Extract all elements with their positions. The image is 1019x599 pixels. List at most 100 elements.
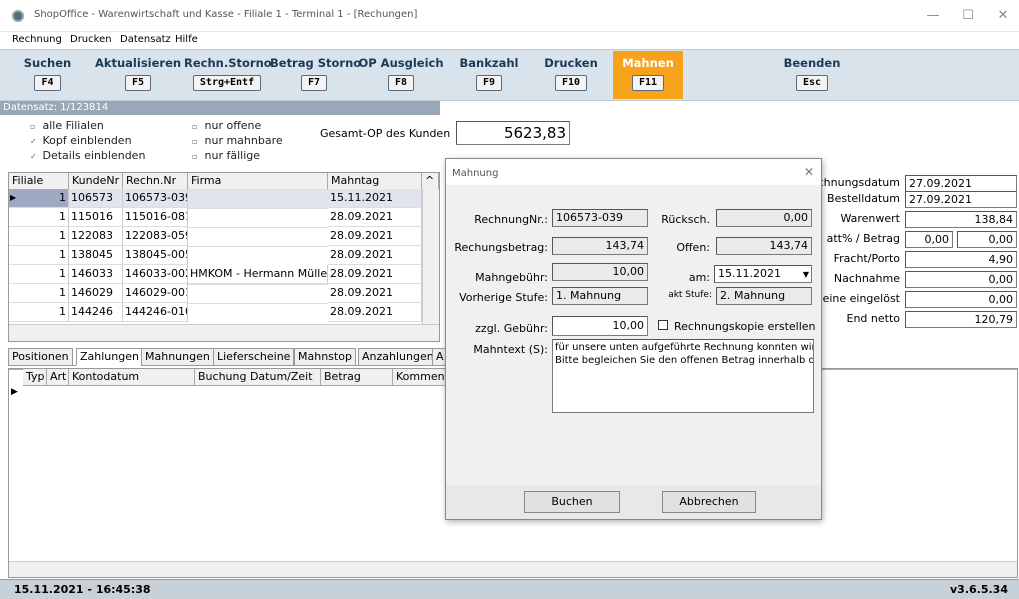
table-row[interactable]: 1 138045 138045-005 28.09.2021 — [9, 246, 422, 265]
zzgl-gebuehr-field[interactable]: 10,00 — [552, 316, 648, 336]
mahnen-button[interactable]: Mahnen F11 — [613, 51, 683, 99]
table-row[interactable]: 1 146033 146033-002 HMKOM - Hermann Mülle 28… — [9, 265, 422, 284]
detail-label: att% / Betrag — [826, 232, 900, 245]
zzgl-gebuehr-label: zzgl. Gebühr: — [475, 322, 548, 335]
detail-value: 138,84 — [905, 211, 1017, 228]
detail-label: Warenwert — [840, 212, 900, 225]
col-mahntag[interactable]: Mahntag — [328, 173, 422, 190]
table-row[interactable]: 1 146029 146029-001 28.09.2021 — [9, 284, 422, 303]
table-cell: 15.11.2021 — [328, 189, 422, 208]
horizontal-scrollbar[interactable] — [9, 324, 439, 341]
detail-label: Fracht/Porto — [833, 252, 900, 265]
betrag-storno-button[interactable]: Betrag Storno F7 — [270, 51, 361, 99]
rechnungskopie-checkbox[interactable] — [658, 320, 668, 330]
mahnung-dialog: Mahnung ✕ RechnungNr.: 106573-039 Rücksc… — [445, 158, 822, 520]
table-cell: 115016-081 — [123, 208, 188, 227]
bankzahl-button[interactable]: Bankzahl F9 — [455, 51, 523, 99]
mahntext-textarea[interactable]: für unsere unten aufgeführte Rechnung ko… — [552, 339, 814, 413]
table-cell: 1 — [9, 208, 69, 227]
table-row[interactable]: 1 122083 122083-059 28.09.2021 — [9, 227, 422, 246]
nur-faellige-checkbox[interactable]: ▫ nur fällige — [192, 149, 260, 162]
tab-mahnungen[interactable]: Mahnungen — [141, 348, 214, 366]
dialog-close-icon[interactable]: ✕ — [804, 165, 814, 179]
detail-value: 4,90 — [905, 251, 1017, 268]
offen-label: Offen: — [676, 241, 710, 254]
col-kundenr[interactable]: KundeNr — [69, 173, 123, 190]
table-cell — [188, 303, 328, 304]
table-cell: 106573 — [69, 189, 123, 208]
col-art[interactable]: Art — [47, 369, 69, 386]
checkbox-unchecked-icon: ▫ — [192, 122, 198, 131]
details-checkbox[interactable]: ✓ Details einblenden — [30, 149, 145, 162]
detail-label: chnungsdatum — [817, 176, 900, 189]
nur-offene-checkbox[interactable]: ▫ nur offene — [192, 119, 261, 132]
col-rechnnr[interactable]: Rechn.Nr — [123, 173, 188, 190]
toolbar: Suchen F4 Aktualisieren F5 Rechn.Storno Str… — [0, 49, 1019, 101]
table-row[interactable]: 1 115016 115016-081 28.09.2021 — [9, 208, 422, 227]
gesamt-op-value: 5623,83 — [456, 121, 570, 145]
tab-lieferscheine[interactable]: Lieferscheine — [213, 348, 295, 366]
menu-hilfe[interactable]: Hilfe — [175, 34, 198, 45]
lower-horizontal-scrollbar[interactable] — [9, 561, 1017, 577]
table-cell — [188, 284, 328, 285]
vertical-scrollbar[interactable] — [422, 189, 439, 324]
detail-value: 27.09.2021 — [905, 175, 1017, 192]
col-kommentar[interactable]: Komment — [393, 369, 449, 386]
col-firma[interactable]: Firma — [188, 173, 328, 190]
am-label: am: — [688, 271, 710, 284]
rechn-storno-button[interactable]: Rechn.Storno Strg+Entf — [184, 51, 272, 99]
kopf-checkbox[interactable]: ✓ Kopf einblenden — [30, 134, 132, 147]
table-cell — [188, 227, 328, 228]
abbrechen-button[interactable]: Abbrechen — [662, 491, 756, 513]
maximize-button[interactable]: ☐ — [953, 6, 983, 26]
status-version: v3.6.5.34 — [950, 583, 1008, 596]
table-cell — [188, 246, 328, 247]
am-date-field[interactable]: 15.11.2021 ▼ — [714, 265, 812, 283]
table-cell: 106573-039 — [123, 189, 188, 208]
akt-stufe-label: akt Stufe: — [668, 290, 712, 300]
table-row[interactable]: 1 144246 144246-010 28.09.2021 — [9, 303, 422, 322]
tab-anzahlungen[interactable]: Anzahlungen — [358, 348, 438, 366]
minimize-button[interactable]: — — [918, 6, 948, 26]
menu-drucken[interactable]: Drucken — [70, 34, 112, 45]
table-row[interactable]: 1 106573 106573-039 15.11.2021 ▶ — [9, 189, 422, 208]
buchen-button[interactable]: Buchen — [524, 491, 620, 513]
col-kontodatum[interactable]: Kontodatum — [69, 369, 195, 386]
op-ausgleich-button[interactable]: OP Ausgleich F8 — [358, 51, 444, 99]
detail-tabs: Positionen Zahlungen Mahnungen Liefersch… — [8, 348, 448, 366]
checkmark-icon: ✓ — [30, 152, 37, 161]
aktualisieren-button[interactable]: Aktualisieren F5 — [92, 51, 184, 99]
col-filiale[interactable]: Filiale — [9, 173, 69, 190]
table-cell: 1 — [9, 303, 69, 322]
table-cell: 28.09.2021 — [328, 284, 422, 303]
detail-label: eine eingelöst — [822, 292, 900, 305]
rechungsbetrag-field: 143,74 — [552, 237, 648, 255]
menu-datensatz[interactable]: Datensatz — [120, 34, 171, 45]
table-cell: 122083 — [69, 227, 123, 246]
col-buchung[interactable]: Buchung Datum/Zeit — [195, 369, 321, 386]
alle-filialen-checkbox[interactable]: ▫ alle Filialen — [30, 119, 104, 132]
nur-mahnbare-checkbox[interactable]: ▫ nur mahnbare — [192, 134, 283, 147]
menu-rechnung[interactable]: Rechnung — [12, 34, 62, 45]
table-cell: 1 — [9, 189, 69, 208]
table-cell: 115016 — [69, 208, 123, 227]
mahngebuehr-field: 10,00 — [552, 263, 648, 281]
col-betrag[interactable]: Betrag — [321, 369, 393, 386]
tab-zahlungen[interactable]: Zahlungen — [76, 348, 143, 366]
table-cell: 28.09.2021 — [328, 208, 422, 227]
detail-label: End netto — [846, 312, 901, 325]
tab-positionen[interactable]: Positionen — [8, 348, 73, 366]
table-cell: 122083-059 — [123, 227, 188, 246]
status-datetime: 15.11.2021 - 16:45:38 — [14, 583, 151, 596]
suchen-button[interactable]: Suchen F4 — [20, 51, 75, 99]
scroll-up-icon[interactable]: ^ — [422, 173, 439, 190]
close-button[interactable]: ✕ — [988, 6, 1018, 26]
drucken-button[interactable]: Drucken F10 — [537, 51, 605, 99]
row-selector-header — [9, 369, 23, 370]
dropdown-arrow-icon[interactable]: ▼ — [803, 267, 809, 282]
col-typ[interactable]: Typ — [23, 369, 47, 386]
beenden-button[interactable]: Beenden Esc — [778, 51, 846, 99]
tab-mahnstop[interactable]: Mahnstop — [294, 348, 356, 366]
table-cell: 146029-001 — [123, 284, 188, 303]
dialog-title: Mahnung — [446, 159, 821, 185]
